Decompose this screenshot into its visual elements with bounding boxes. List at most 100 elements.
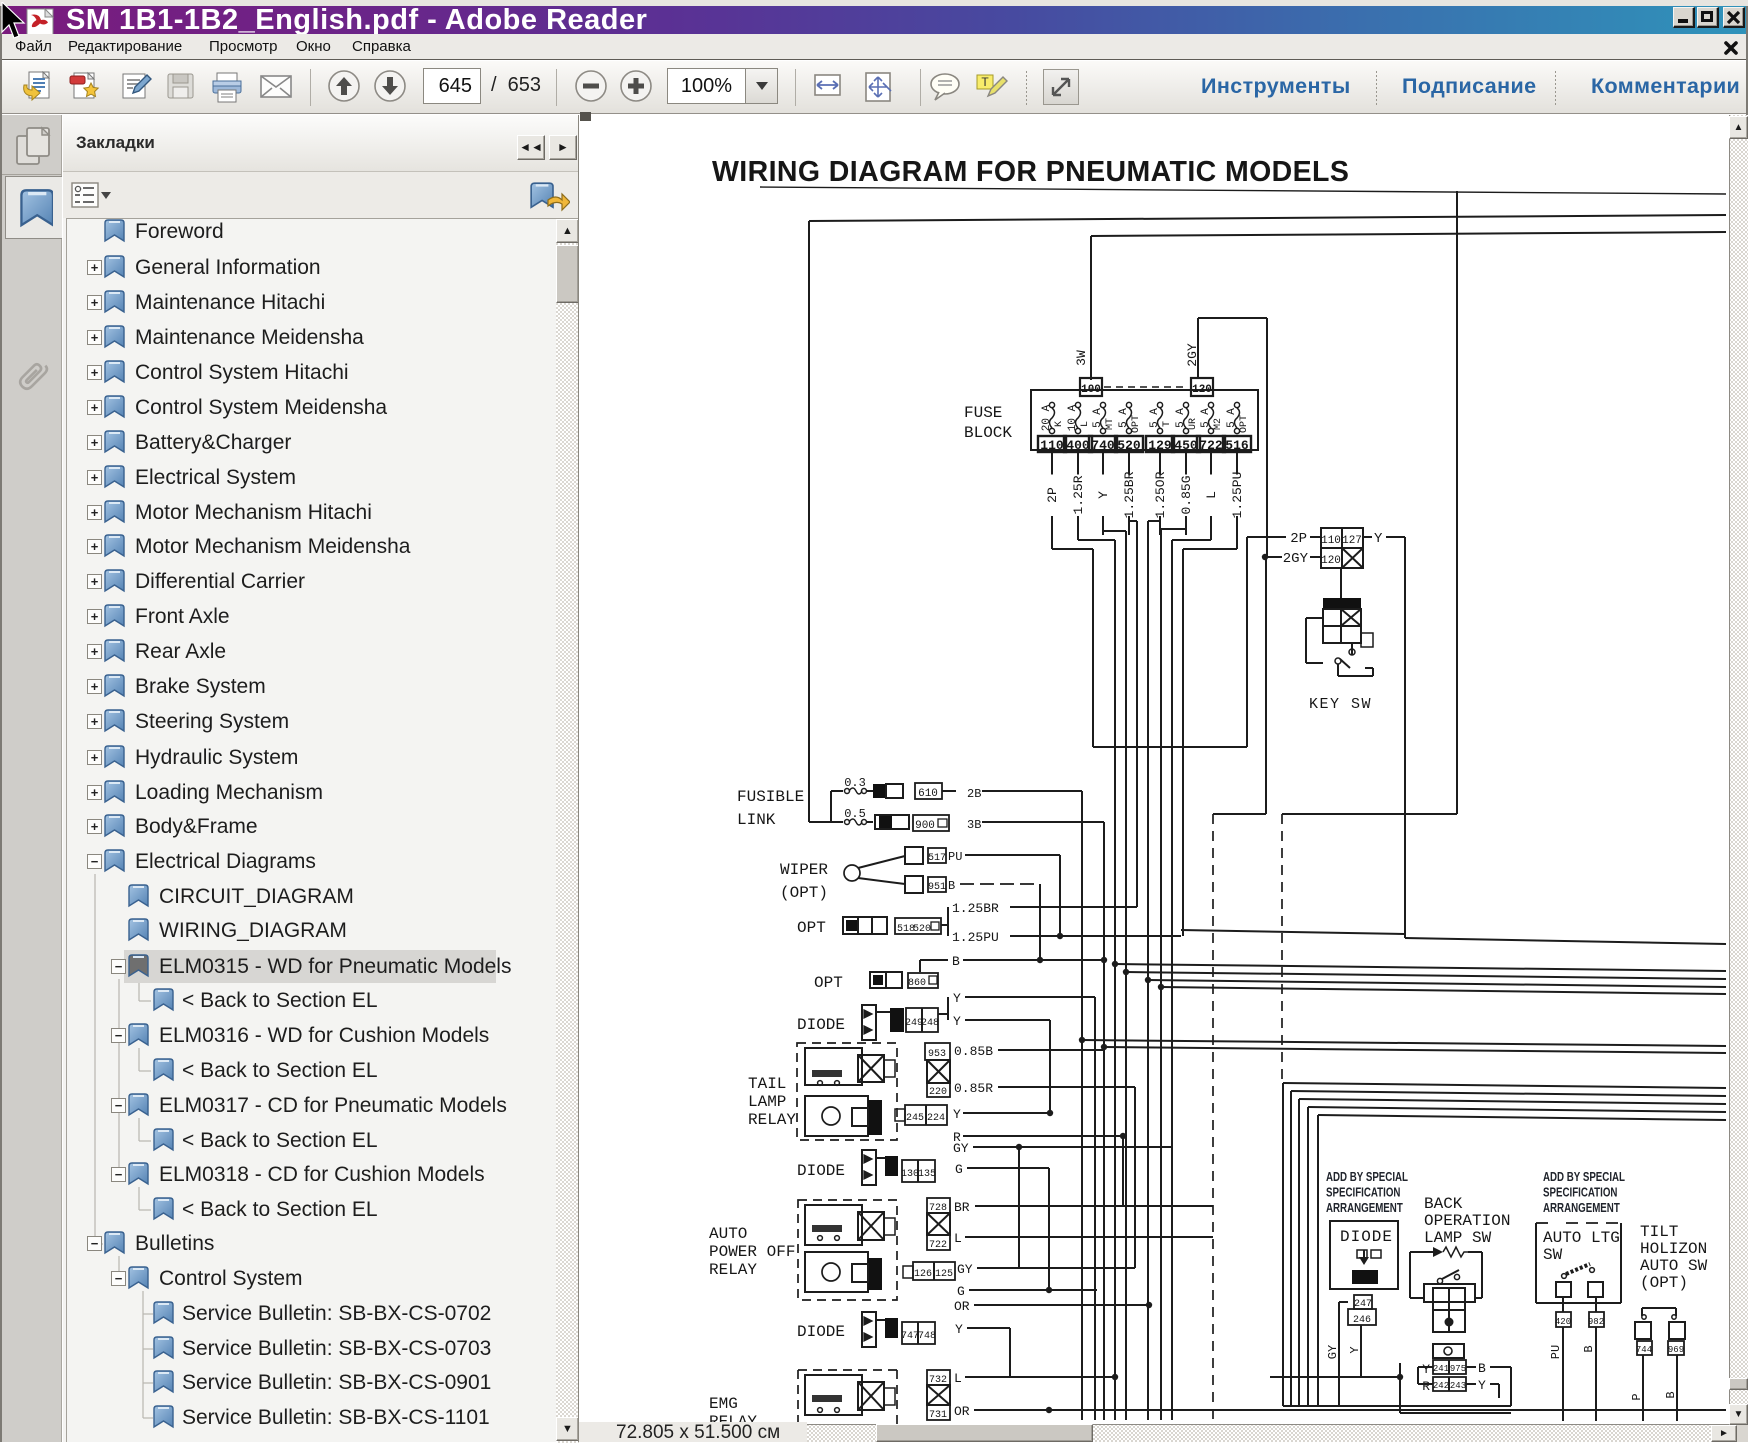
svg-text:450: 450 — [1174, 438, 1198, 453]
svg-text:126: 126 — [914, 1269, 932, 1280]
svg-text:OPERATION: OPERATION — [1424, 1212, 1510, 1230]
svg-text:1.25BR: 1.25BR — [1122, 471, 1137, 518]
svg-text:T: T — [1162, 421, 1173, 427]
svg-text:BACK: BACK — [1424, 1195, 1463, 1213]
svg-text:AUTO SW: AUTO SW — [1640, 1257, 1708, 1275]
svg-text:722: 722 — [929, 1240, 947, 1251]
svg-text:5 A: 5 A — [1226, 408, 1238, 428]
svg-text:UR: UR — [1188, 418, 1199, 430]
svg-text:Y: Y — [1478, 1378, 1486, 1393]
svg-text:0.85G: 0.85G — [1179, 475, 1194, 514]
svg-text:747: 747 — [901, 1331, 919, 1342]
svg-text:969: 969 — [1668, 1345, 1684, 1355]
svg-text:100: 100 — [1081, 384, 1101, 396]
svg-text:G: G — [957, 1284, 965, 1299]
svg-text:OPT: OPT — [797, 919, 826, 937]
svg-text:GY: GY — [957, 1262, 973, 1277]
svg-text:T: T — [981, 75, 989, 89]
svg-text:2B: 2B — [967, 787, 981, 801]
svg-text:10 A: 10 A — [1067, 404, 1079, 431]
svg-text:5 A: 5 A — [1092, 408, 1104, 428]
svg-text:3W: 3W — [1074, 350, 1089, 366]
svg-text:GY: GY — [953, 1141, 969, 1156]
svg-text:OPT: OPT — [1239, 415, 1250, 433]
svg-text:M2: M2 — [1213, 418, 1224, 430]
svg-text:975: 975 — [1450, 1364, 1466, 1374]
svg-text:748: 748 — [918, 1331, 936, 1342]
svg-text:(OPT): (OPT) — [780, 884, 828, 902]
svg-text:220: 220 — [929, 1087, 947, 1098]
svg-text:DIODE: DIODE — [797, 1016, 845, 1034]
svg-text:OPT: OPT — [814, 974, 843, 992]
svg-text:127: 127 — [1342, 535, 1362, 547]
svg-text:GY: GY — [1326, 1345, 1340, 1359]
svg-text:KEY SW: KEY SW — [1309, 696, 1372, 713]
svg-text:420: 420 — [1555, 1317, 1571, 1327]
svg-text:245: 245 — [906, 1113, 924, 1124]
svg-text:135: 135 — [918, 1169, 936, 1180]
svg-text:EMG: EMG — [709, 1395, 738, 1413]
svg-text:951: 951 — [928, 882, 946, 893]
svg-text:SPECIFICATION: SPECIFICATION — [1543, 1186, 1617, 1199]
svg-text:OR: OR — [954, 1299, 970, 1314]
svg-text:516: 516 — [1225, 438, 1249, 453]
svg-text:5 A: 5 A — [1149, 408, 1161, 428]
svg-text:PU: PU — [948, 850, 962, 864]
svg-text:Y: Y — [955, 1322, 963, 1337]
svg-text:BR: BR — [954, 1200, 970, 1215]
svg-text:517: 517 — [928, 853, 946, 864]
svg-text:2P: 2P — [1290, 531, 1307, 547]
svg-text:20 A: 20 A — [1041, 404, 1053, 431]
svg-text:R: R — [1422, 1379, 1430, 1394]
svg-text:1.25R: 1.25R — [1071, 475, 1086, 514]
svg-text:5 A: 5 A — [1118, 408, 1130, 428]
svg-text:130: 130 — [901, 1169, 919, 1180]
svg-text:B: B — [1582, 1345, 1596, 1352]
svg-text:ADD BY SPECIAL: ADD BY SPECIAL — [1326, 1171, 1408, 1184]
svg-text:224: 224 — [927, 1113, 945, 1124]
svg-text:DIODE: DIODE — [797, 1162, 845, 1180]
svg-text:ADD BY SPECIAL: ADD BY SPECIAL — [1543, 1171, 1625, 1184]
svg-text:RELAY: RELAY — [748, 1111, 796, 1129]
svg-text:Y: Y — [1348, 1346, 1362, 1353]
svg-text:P: P — [1630, 1393, 1644, 1400]
svg-text:B: B — [1664, 1391, 1678, 1398]
svg-text:120: 120 — [1321, 555, 1341, 567]
svg-text:5 A: 5 A — [1175, 408, 1187, 428]
svg-text:3B: 3B — [967, 818, 981, 832]
svg-text:B: B — [1478, 1361, 1486, 1376]
svg-text:POWER OFF: POWER OFF — [709, 1243, 795, 1261]
svg-text:120: 120 — [1192, 384, 1212, 396]
svg-text:FUSE: FUSE — [964, 404, 1002, 422]
svg-text:731: 731 — [929, 1410, 947, 1421]
svg-text:ARRANGEMENT: ARRANGEMENT — [1543, 1202, 1620, 1215]
svg-text:241: 241 — [1433, 1364, 1449, 1374]
svg-text:Y: Y — [953, 1014, 961, 1029]
svg-text:722: 722 — [1199, 438, 1223, 453]
svg-text:K: K — [1054, 421, 1065, 427]
svg-text:AUTO: AUTO — [709, 1225, 747, 1243]
svg-text:982: 982 — [1588, 1317, 1604, 1327]
svg-text:Y: Y — [953, 1107, 961, 1122]
svg-text:0.85R: 0.85R — [954, 1081, 993, 1096]
svg-text:Y: Y — [1374, 531, 1383, 547]
svg-text:125: 125 — [935, 1269, 953, 1280]
svg-text:MT: MT — [1105, 418, 1116, 430]
svg-text:SW: SW — [1543, 1246, 1563, 1264]
svg-text:246: 246 — [1353, 1315, 1371, 1326]
svg-text:PU: PU — [1549, 1345, 1563, 1359]
svg-text:DIODE: DIODE — [797, 1323, 845, 1341]
svg-text:OPT: OPT — [1131, 415, 1142, 433]
svg-text:740: 740 — [1091, 438, 1115, 453]
svg-text:1.25BR: 1.25BR — [952, 901, 999, 916]
svg-text:520: 520 — [913, 924, 931, 935]
svg-text:TILT: TILT — [1640, 1223, 1678, 1241]
svg-text:(OPT): (OPT) — [1640, 1274, 1688, 1292]
svg-text:WIPER: WIPER — [780, 861, 828, 879]
svg-text:520: 520 — [1117, 438, 1141, 453]
svg-text:110: 110 — [1321, 535, 1341, 547]
svg-text:0.85B: 0.85B — [954, 1044, 993, 1059]
svg-text:400: 400 — [1066, 438, 1090, 453]
svg-text:1.25PU: 1.25PU — [1230, 472, 1245, 519]
svg-text:2P: 2P — [1045, 487, 1060, 503]
